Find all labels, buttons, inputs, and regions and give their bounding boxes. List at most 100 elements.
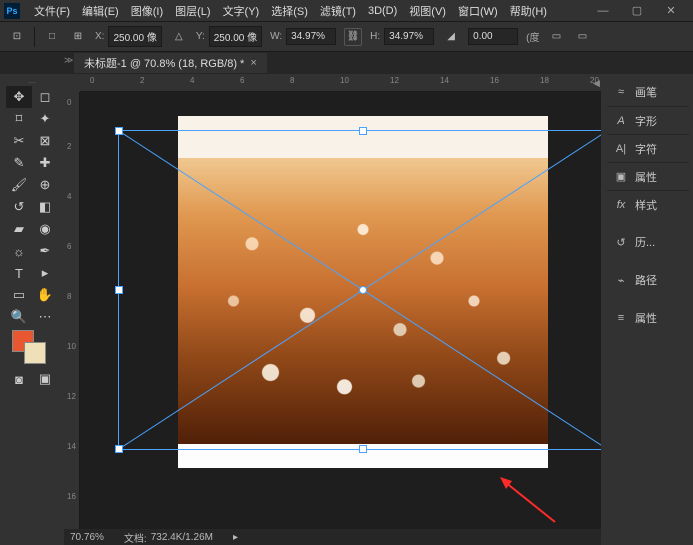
panel-collapse-icon[interactable]: ◀	[593, 78, 603, 92]
panel-styles[interactable]: fx样式	[607, 190, 689, 218]
menu-view[interactable]: 视图(V)	[403, 1, 452, 21]
brush-icon: ≈	[613, 84, 629, 100]
ruler-tick: 8	[67, 292, 71, 301]
ruler-tick: 2	[140, 76, 144, 85]
placed-image[interactable]	[178, 116, 548, 468]
tools-panel: ⋯ ✥◻ ⌑✦ ✂⊠ ✎✚ 🖌⊕ ↺◧ ▰◉ ☼✒ T▸ ▭✋ 🔍⋯ ◙▣	[6, 78, 58, 390]
document-tab[interactable]: 未标题-1 @ 70.8% (18, RGB/8) * ×	[74, 53, 267, 73]
menu-image[interactable]: 图像(I)	[125, 1, 169, 21]
fx-icon: fx	[613, 197, 629, 213]
panel-label: 字形	[635, 113, 657, 129]
dodge-tool[interactable]: ☼	[6, 240, 32, 262]
tab-scroll-icon[interactable]: ≫	[64, 55, 73, 66]
marquee-tool[interactable]: ◻	[32, 86, 58, 108]
status-zoom[interactable]: 70.76%	[70, 532, 104, 543]
transform-handle-bl[interactable]	[115, 445, 123, 453]
horizontal-ruler[interactable]: 0 2 4 6 8 10 12 14 16 18 20	[80, 76, 601, 92]
y-label: Y:	[196, 31, 205, 42]
w-label: W:	[270, 31, 282, 42]
minimize-button[interactable]: —	[591, 3, 615, 19]
eraser-tool[interactable]: ◧	[32, 196, 58, 218]
crop-tool[interactable]: ✂	[6, 130, 32, 152]
blur-tool[interactable]: ◉	[32, 218, 58, 240]
menu-select[interactable]: 选择(S)	[265, 1, 314, 21]
panel-brush[interactable]: ≈画笔	[607, 78, 689, 106]
type-tool[interactable]: T	[6, 262, 32, 284]
quick-select-tool[interactable]: ✦	[32, 108, 58, 130]
eyedropper-tool[interactable]: ✎	[6, 152, 32, 174]
hand-tool[interactable]: ✋	[32, 284, 58, 306]
ruler-tick: 6	[240, 76, 244, 85]
background-swatch[interactable]	[24, 342, 46, 364]
ruler-tick: 10	[67, 342, 76, 351]
y-input[interactable]: 250.00 像	[209, 26, 262, 47]
history-brush-tool[interactable]: ↺	[6, 196, 32, 218]
panel-properties[interactable]: ▣属性	[607, 162, 689, 190]
menu-type[interactable]: 文字(Y)	[217, 1, 266, 21]
gradient-tool[interactable]: ▰	[6, 218, 32, 240]
document-tabs: ≫ 未标题-1 @ 70.8% (18, RGB/8) * ×	[0, 52, 693, 74]
ruler-tick: 0	[67, 98, 71, 107]
menu-3d[interactable]: 3D(D)	[362, 3, 403, 19]
quickmask-tool[interactable]: ◙	[6, 368, 32, 390]
panel-label: 历...	[635, 234, 655, 250]
close-button[interactable]: ✕	[659, 3, 683, 19]
link-wh-icon[interactable]: ⛓	[344, 28, 362, 46]
panel-properties2[interactable]: ≡属性	[607, 304, 689, 332]
interp2-icon[interactable]: ▭	[574, 28, 592, 46]
transform-handle-l[interactable]	[115, 286, 123, 294]
ruler-tick: 10	[340, 76, 349, 85]
menu-filter[interactable]: 滤镜(T)	[314, 1, 362, 21]
ruler-tick: 16	[490, 76, 499, 85]
interp-icon[interactable]: ▭	[548, 28, 566, 46]
zoom-tool[interactable]: 🔍	[6, 306, 32, 328]
transform-handle-tl[interactable]	[115, 127, 123, 135]
menu-help[interactable]: 帮助(H)	[504, 1, 553, 21]
angle-input[interactable]: 0.00	[468, 28, 518, 45]
heal-tool[interactable]: ✚	[32, 152, 58, 174]
glyph-icon: A	[613, 113, 629, 129]
annotation-arrow	[500, 477, 560, 529]
swap-xy-icon[interactable]: △	[170, 28, 188, 46]
grid-reference-icon[interactable]: ⊞	[69, 28, 87, 46]
h-input[interactable]: 34.97%	[384, 28, 434, 45]
menu-layer[interactable]: 图层(L)	[169, 1, 216, 21]
maximize-button[interactable]: ▢	[625, 3, 649, 19]
tab-close-icon[interactable]: ×	[250, 57, 256, 69]
shape-tool[interactable]: ▭	[6, 284, 32, 306]
menu-file[interactable]: 文件(F)	[28, 1, 76, 21]
menu-edit[interactable]: 编辑(E)	[76, 1, 125, 21]
document-tab-title: 未标题-1 @ 70.8% (18, RGB/8) *	[84, 55, 244, 71]
artboard[interactable]	[80, 92, 601, 529]
sliders-icon: ≡	[613, 310, 629, 326]
pen-tool[interactable]: ✒	[32, 240, 58, 262]
tools-grip-icon[interactable]: ⋯	[6, 78, 58, 86]
brush-tool[interactable]: 🖌	[6, 174, 32, 196]
move-tool[interactable]: ✥	[6, 86, 32, 108]
w-input[interactable]: 34.97%	[286, 28, 336, 45]
transform-tool-icon[interactable]: ⊡	[8, 28, 26, 46]
right-panel-group: ≈画笔 A 字形 A|字符 ▣属性 fx样式 ↺历... ⌁ 路径 ≡属性	[607, 78, 689, 332]
panel-label: 路径	[635, 272, 657, 288]
menu-window[interactable]: 窗口(W)	[452, 1, 504, 21]
lasso-tool[interactable]: ⌑	[6, 108, 32, 130]
panel-glyphs[interactable]: A 字形	[607, 106, 689, 134]
x-input[interactable]: 250.00 像	[108, 26, 161, 47]
status-chevron-icon[interactable]: ▸	[233, 532, 238, 543]
panel-character[interactable]: A|字符	[607, 134, 689, 162]
ruler-tick: 0	[90, 76, 94, 85]
h-label: H:	[370, 31, 380, 42]
edit-toolbar[interactable]: ⋯	[32, 306, 58, 328]
stamp-tool[interactable]: ⊕	[32, 174, 58, 196]
vertical-ruler[interactable]: 0 2 4 6 8 10 12 14 16	[64, 92, 80, 529]
frame-tool[interactable]: ⊠	[32, 130, 58, 152]
ruler-tick: 6	[67, 242, 71, 251]
path-select-tool[interactable]: ▸	[32, 262, 58, 284]
panel-paths[interactable]: ⌁ 路径	[607, 266, 689, 294]
reference-point-icon[interactable]: □	[43, 28, 61, 46]
color-swatches[interactable]	[6, 328, 58, 368]
panel-history[interactable]: ↺历...	[607, 228, 689, 256]
ruler-tick: 16	[67, 492, 76, 501]
path-icon: ⌁	[613, 272, 629, 288]
screenmode-tool[interactable]: ▣	[32, 368, 58, 390]
